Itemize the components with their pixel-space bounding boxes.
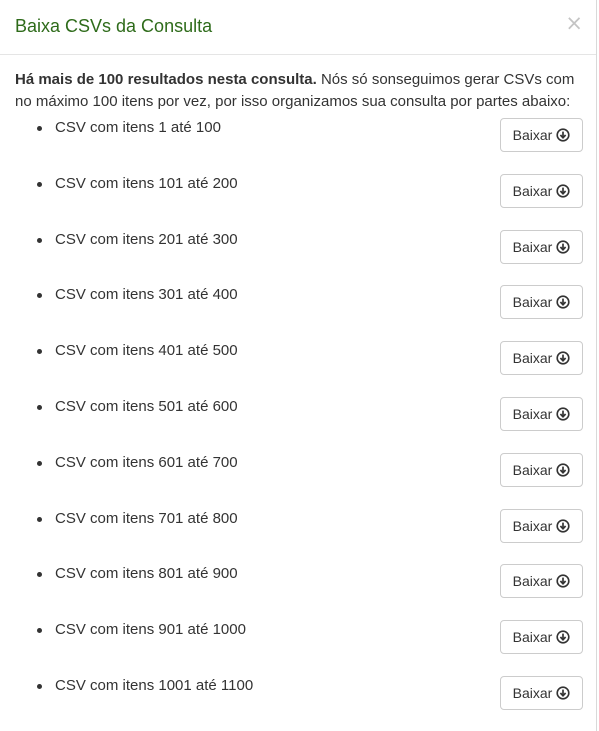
- bullet: [37, 237, 42, 243]
- download-button-label: Baixar: [512, 573, 553, 590]
- csv-item-label: CSV com itens 201 até 300: [55, 230, 238, 248]
- download-button[interactable]: Baixar: [500, 229, 583, 264]
- download-button[interactable]: Baixar: [500, 508, 583, 543]
- csv-item-label: CSV com itens 501 até 600: [55, 397, 238, 415]
- csv-list-item: CSV com itens 601 até 700 Baixar: [15, 452, 583, 509]
- csv-item-label: CSV com itens 601 até 700: [55, 453, 238, 471]
- download-circle-icon: [556, 463, 570, 477]
- modal-header: Baixa CSVs da Consulta ×: [0, 0, 596, 55]
- download-circle-icon: [556, 184, 570, 198]
- download-circle-icon: [556, 295, 570, 309]
- download-circle-icon: [556, 574, 570, 588]
- csv-list-item: CSV com itens 701 até 800 Baixar: [15, 508, 583, 565]
- download-circle-icon: [556, 407, 570, 421]
- csv-list-item: CSV com itens 101 até 200 Baixar: [15, 173, 583, 230]
- download-circle-icon: [556, 128, 570, 142]
- download-button[interactable]: Baixar: [500, 341, 583, 376]
- bullet: [37, 293, 42, 299]
- download-button-label: Baixar: [512, 517, 553, 534]
- download-circle-icon: [556, 630, 570, 644]
- intro-bold-text: Há mais de 100 resultados nesta consulta…: [15, 71, 317, 88]
- download-button[interactable]: Baixar: [500, 620, 583, 655]
- modal-body: Há mais de 100 resultados nesta consulta…: [0, 55, 596, 731]
- download-button[interactable]: Baixar: [500, 564, 583, 599]
- download-button-label: Baixar: [512, 238, 553, 255]
- csv-item-label: CSV com itens 1001 até 1100: [55, 676, 254, 694]
- download-button-label: Baixar: [512, 629, 553, 646]
- download-button-label: Baixar: [512, 294, 553, 311]
- csv-list-item: CSV com itens 201 até 300 Baixar: [15, 229, 583, 286]
- download-button-label: Baixar: [512, 405, 553, 422]
- download-circle-icon: [556, 239, 570, 254]
- csv-list-item: CSV com itens 501 até 600 Baixar: [15, 396, 583, 453]
- intro-text: Há mais de 100 resultados nesta consulta…: [15, 69, 581, 113]
- download-circle-icon: [556, 518, 570, 533]
- csv-list: CSV com itens 1 até 100 Baixar CSV com i…: [15, 118, 583, 731]
- download-button[interactable]: Baixar: [500, 173, 583, 208]
- download-button-label: Baixar: [512, 182, 553, 199]
- download-button-label: Baixar: [512, 461, 553, 478]
- csv-item-label: CSV com itens 101 até 200: [55, 174, 238, 192]
- download-button[interactable]: Baixar: [500, 452, 583, 487]
- csv-item-label: CSV com itens 401 até 500: [55, 342, 238, 360]
- bullet: [37, 516, 42, 522]
- csv-item-label: CSV com itens 901 até 1000: [55, 621, 246, 639]
- bullet: [37, 181, 42, 187]
- bullet: [37, 460, 42, 466]
- download-circle-icon: [556, 351, 570, 365]
- download-button[interactable]: Baixar: [500, 118, 583, 152]
- bullet: [37, 572, 42, 578]
- csv-list-item: CSV com itens 1 até 100 Baixar: [15, 118, 583, 174]
- download-button-label: Baixar: [512, 127, 553, 143]
- download-button[interactable]: Baixar: [500, 675, 583, 710]
- bullet: [37, 349, 42, 355]
- download-button[interactable]: Baixar: [500, 396, 583, 431]
- download-button-label: Baixar: [512, 350, 553, 367]
- download-button[interactable]: Baixar: [500, 285, 583, 320]
- download-button-label: Baixar: [512, 684, 553, 701]
- csv-item-label: CSV com itens 1 até 100: [55, 119, 221, 136]
- bullet: [37, 404, 42, 410]
- bullet: [37, 126, 42, 131]
- download-circle-icon: [556, 686, 570, 700]
- csv-list-item: CSV com itens 801 até 900 Baixar: [15, 564, 583, 620]
- close-button[interactable]: ×: [565, 13, 583, 34]
- csv-list-item: CSV com itens 301 até 400 Baixar: [15, 285, 583, 341]
- csv-item-label: CSV com itens 701 até 800: [55, 509, 238, 527]
- download-csv-modal: Baixa CSVs da Consulta × Há mais de 100 …: [0, 0, 597, 731]
- csv-list-item: CSV com itens 901 até 1000 Baixar: [15, 620, 583, 676]
- modal-title: Baixa CSVs da Consulta: [15, 16, 213, 36]
- csv-item-label: CSV com itens 801 até 900: [55, 565, 238, 583]
- csv-list-item: CSV com itens 401 até 500 Baixar: [15, 341, 583, 397]
- bullet: [37, 683, 42, 689]
- bullet: [37, 628, 42, 634]
- csv-list-item: CSV com itens 1001 até 1100 Baixar: [15, 675, 583, 731]
- csv-item-label: CSV com itens 301 até 400: [55, 286, 238, 304]
